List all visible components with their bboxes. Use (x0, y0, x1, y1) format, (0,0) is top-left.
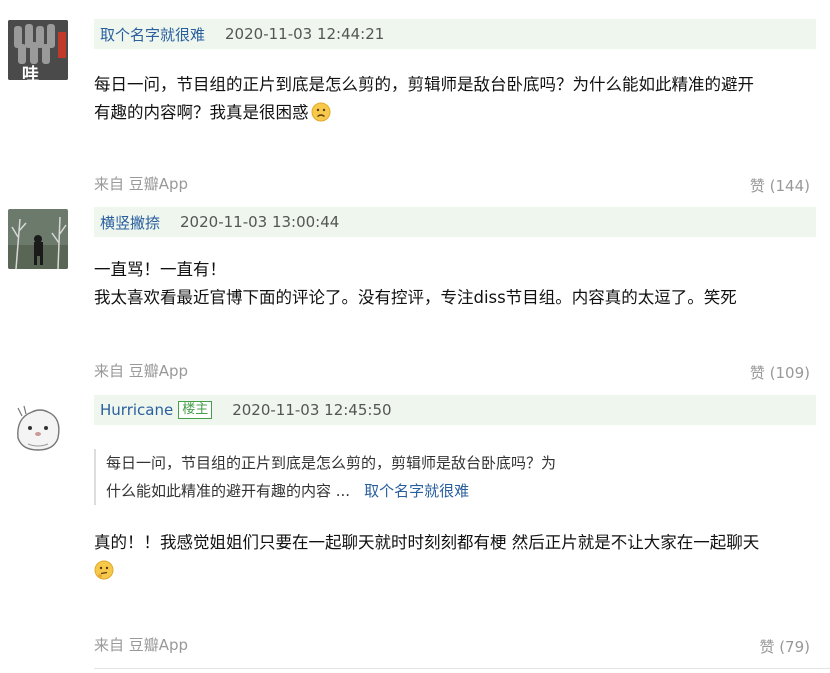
comment-emoji-line (94, 557, 819, 585)
comment-text-line: 一直骂！一直有！ (94, 260, 226, 279)
quote-line: 每日一问，节目组的正片到底是怎么剪的，剪辑师是敌台卧底吗？为 (106, 454, 557, 472)
comment-text-line-2: 有趣的内容啊？我真是很困惑 (94, 99, 819, 127)
comment-source: 来自 豆瓣App (94, 636, 189, 654)
comment-source: 来自 豆瓣App (94, 175, 189, 193)
author-link[interactable]: Hurricane (100, 401, 173, 419)
comment-text-line-2: 我太喜欢看最近官博下面的评论了。没有控评，专注diss节目组。内容真的太逗了。笑… (94, 288, 737, 307)
comment-source: 来自 豆瓣App (94, 362, 189, 380)
comment-time: 2020-11-03 12:45:50 (232, 401, 392, 419)
op-badge: 楼主 (178, 401, 213, 419)
comment-text-line-2-content: 有趣的内容啊？我真是很困惑 (94, 103, 309, 122)
avatar-label: 哇 (22, 65, 39, 80)
sad-face-icon (311, 102, 331, 122)
comment-text: 真的！！我感觉姐姐们只要在一起聊天就时时刻刻都有梗 然后正片就是不让大家在一起聊… (94, 529, 819, 585)
comment-header: 取个名字就很难 2020-11-03 12:44:21 (94, 19, 816, 49)
like-button[interactable]: 赞 (144) (750, 175, 810, 196)
hamster-avatar-icon (8, 398, 68, 458)
comment-text: 一直骂！一直有！ 我太喜欢看最近官博下面的评论了。没有控评，专注diss节目组。… (94, 256, 819, 312)
comment-time: 2020-11-03 12:44:21 (225, 25, 385, 43)
comment-header: Hurricane 楼主 2020-11-03 12:45:50 (94, 395, 816, 425)
comment-text: 每日一问，节目组的正片到底是怎么剪的，剪辑师是敌台卧底吗？为什么能如此精准的避开… (94, 71, 819, 127)
author-link[interactable]: 横竖撇捺 (100, 212, 160, 233)
comment-header: 横竖撇捺 2020-11-03 13:00:44 (94, 207, 816, 237)
bottom-divider (94, 668, 830, 669)
like-button[interactable]: 赞 (79) (759, 636, 810, 657)
avatar[interactable] (8, 209, 68, 269)
quote-author-link[interactable]: 取个名字就很难 (364, 482, 469, 500)
comment-time: 2020-11-03 13:00:44 (180, 213, 340, 231)
quote-line-2-content: 什么能如此精准的避开有趣的内容 ... (106, 482, 351, 500)
author-link[interactable]: 取个名字就很难 (100, 24, 205, 45)
comment-text-line: 真的！！我感觉姐姐们只要在一起聊天就时时刻刻都有梗 然后正片就是不让大家在一起聊… (94, 533, 760, 552)
avatar[interactable] (8, 398, 68, 458)
quoted-comment: 每日一问，节目组的正片到底是怎么剪的，剪辑师是敌台卧底吗？为 什么能如此精准的避… (94, 449, 666, 505)
avatar[interactable]: 哇 (8, 20, 68, 80)
thinking-face-icon (94, 560, 114, 580)
like-button[interactable]: 赞 (109) (750, 362, 810, 383)
quote-line-2: 什么能如此精准的避开有趣的内容 ... 取个名字就很难 (106, 477, 666, 505)
avatar-image (8, 209, 68, 269)
comment-text-line: 每日一问，节目组的正片到底是怎么剪的，剪辑师是敌台卧底吗？为什么能如此精准的避开 (94, 75, 754, 94)
